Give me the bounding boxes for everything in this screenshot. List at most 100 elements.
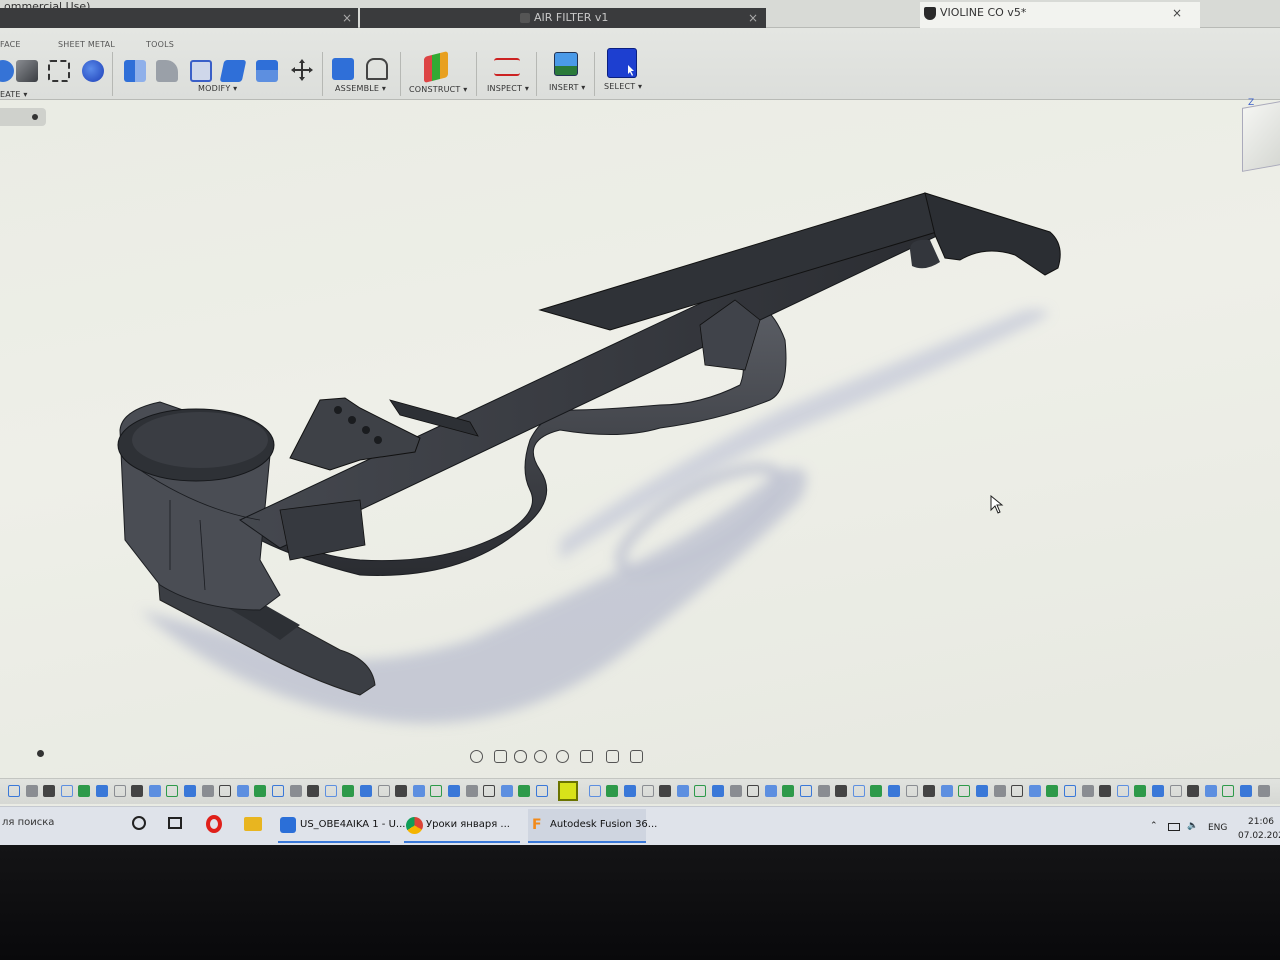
- timeline-feature-icon[interactable]: [236, 785, 249, 797]
- timeline-feature-icon[interactable]: [8, 785, 20, 797]
- timeline-feature-icon[interactable]: [131, 785, 144, 797]
- timeline-feature-icon[interactable]: [518, 785, 531, 797]
- clock-time[interactable]: 21:06: [1248, 817, 1274, 827]
- timeline-feature-icon[interactable]: [905, 785, 918, 797]
- pan-icon[interactable]: [514, 750, 527, 763]
- timeline-feature-icon[interactable]: [1169, 785, 1182, 797]
- timeline-feature-icon[interactable]: [78, 785, 91, 797]
- timeline-feature-icon[interactable]: [1064, 785, 1076, 797]
- display-settings-icon[interactable]: [580, 750, 593, 763]
- timeline-feature-icon[interactable]: [60, 785, 73, 797]
- timeline-feature-icon[interactable]: [500, 785, 513, 797]
- task-view-icon[interactable]: [168, 817, 182, 829]
- timeline-feature-icon[interactable]: [201, 785, 214, 797]
- timeline-feature-icon[interactable]: [747, 785, 760, 797]
- insert-menu[interactable]: INSERT ▾: [549, 83, 586, 92]
- timeline-feature-icon[interactable]: [800, 785, 812, 797]
- timeline-feature-icon[interactable]: [1011, 785, 1024, 797]
- timeline-feature-icon[interactable]: [360, 785, 372, 797]
- insert-image-icon[interactable]: [554, 52, 578, 76]
- timeline-feature-icon[interactable]: [96, 785, 108, 797]
- doc-tab-active[interactable]: VIOLINE CO v5* ×: [920, 2, 1200, 28]
- press-pull-icon[interactable]: [124, 60, 146, 82]
- select-menu[interactable]: SELECT ▾: [604, 82, 642, 91]
- timeline-feature-icon[interactable]: [958, 785, 971, 797]
- taskbar-search-input[interactable]: ля поиска: [2, 817, 54, 828]
- battery-icon[interactable]: [1168, 823, 1180, 831]
- timeline-feature-icon[interactable]: [254, 785, 267, 797]
- timeline-feature-icon[interactable]: [272, 785, 284, 797]
- timeline-feature-icon[interactable]: [817, 785, 830, 797]
- volume-icon[interactable]: 🔈: [1187, 821, 1198, 831]
- taskbar-app-word[interactable]: US_OBE4AIKA 1 - U...: [278, 809, 405, 843]
- timeline-feature-icon[interactable]: [588, 785, 601, 797]
- timeline-feature-icon[interactable]: [465, 785, 478, 797]
- timeline-feature-icon[interactable]: [1081, 785, 1094, 797]
- opera-icon[interactable]: [206, 815, 222, 833]
- timeline-feature-icon[interactable]: [395, 785, 408, 797]
- timeline-feature-icon[interactable]: [624, 785, 636, 797]
- doc-tab-1-close-icon[interactable]: ×: [342, 11, 352, 25]
- timeline-feature-icon[interactable]: [377, 785, 390, 797]
- timeline-feature-icon[interactable]: [870, 785, 883, 797]
- doc-tab-1[interactable]: ×: [0, 8, 358, 28]
- timeline-feature-icon[interactable]: [324, 785, 337, 797]
- move-icon[interactable]: [290, 58, 314, 82]
- timeline-current-feature-icon[interactable]: [558, 781, 578, 801]
- timeline-feature-icon[interactable]: [25, 785, 38, 797]
- timeline-feature-icon[interactable]: [342, 785, 355, 797]
- timeline-feature-icon[interactable]: [430, 785, 443, 797]
- timeline-feature-icon[interactable]: [1134, 785, 1147, 797]
- taskbar-app-chrome[interactable]: Уроки января ...: [404, 809, 520, 843]
- sphere-icon[interactable]: [82, 60, 104, 82]
- tray-chevron-icon[interactable]: ⌃: [1150, 821, 1158, 831]
- timeline-feature-icon[interactable]: [307, 785, 320, 797]
- timeline-feature-icon[interactable]: [835, 785, 848, 797]
- timeline-feature-icon[interactable]: [852, 785, 865, 797]
- measure-icon[interactable]: [494, 58, 520, 76]
- timeline-feature-icon[interactable]: [1204, 785, 1217, 797]
- doc-tab-active-close-icon[interactable]: ×: [1172, 6, 1182, 20]
- cortana-icon[interactable]: [132, 816, 146, 830]
- timeline-feature-icon[interactable]: [694, 785, 707, 797]
- fillet-icon[interactable]: [156, 60, 178, 82]
- timeline-feature-icon[interactable]: [659, 785, 672, 797]
- timeline-feature-icon[interactable]: [1257, 785, 1270, 797]
- timeline-feature-icon[interactable]: [1222, 785, 1235, 797]
- timeline-feature-icon[interactable]: [923, 785, 936, 797]
- sketch-rect-icon[interactable]: [48, 60, 70, 82]
- inspect-menu[interactable]: INSPECT ▾: [487, 84, 529, 93]
- box-icon[interactable]: [16, 60, 38, 82]
- timeline-feature-icon[interactable]: [289, 785, 302, 797]
- modify-menu[interactable]: MODIFY ▾: [198, 84, 237, 93]
- timeline-feature-icon[interactable]: [782, 785, 795, 797]
- fit-icon[interactable]: [556, 750, 569, 763]
- timeline-feature-icon[interactable]: [184, 785, 196, 797]
- timeline-feature-icon[interactable]: [1099, 785, 1112, 797]
- 3d-viewport[interactable]: [0, 100, 1280, 770]
- timeline-feature-icon[interactable]: [1240, 785, 1252, 797]
- split-body-icon[interactable]: [256, 60, 278, 82]
- new-component-icon[interactable]: [332, 58, 354, 80]
- timeline-feature-icon[interactable]: [976, 785, 988, 797]
- timeline-feature-icon[interactable]: [993, 785, 1006, 797]
- timeline-feature-icon[interactable]: [888, 785, 900, 797]
- timeline-feature-icon[interactable]: [483, 785, 496, 797]
- tab-tools[interactable]: TOOLS: [146, 40, 174, 49]
- timeline-feature-icon[interactable]: [641, 785, 654, 797]
- timeline[interactable]: [0, 778, 1280, 804]
- assemble-menu[interactable]: ASSEMBLE ▾: [335, 84, 386, 93]
- construct-menu[interactable]: CONSTRUCT ▾: [409, 85, 467, 94]
- look-at-icon[interactable]: [494, 750, 507, 763]
- timeline-feature-icon[interactable]: [448, 785, 460, 797]
- timeline-feature-icon[interactable]: [676, 785, 689, 797]
- timeline-feature-icon[interactable]: [1116, 785, 1129, 797]
- timeline-feature-icon[interactable]: [764, 785, 777, 797]
- timeline-feature-icon[interactable]: [113, 785, 126, 797]
- clock-date[interactable]: 07.02.2021: [1238, 831, 1280, 841]
- select-icon[interactable]: [607, 48, 637, 78]
- orbit-icon[interactable]: [470, 750, 483, 763]
- comments-toggle-icon[interactable]: [37, 750, 44, 757]
- timeline-feature-icon[interactable]: [219, 785, 232, 797]
- timeline-feature-icon[interactable]: [43, 785, 56, 797]
